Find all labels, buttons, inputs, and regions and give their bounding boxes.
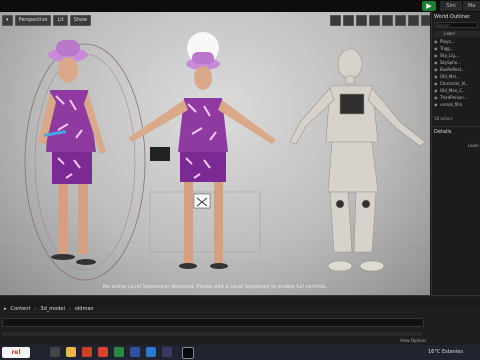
move-tool-icon[interactable]	[343, 15, 354, 26]
level-viewport[interactable]: ▾ Perspective Lit Show No active Level S…	[0, 12, 430, 295]
viewport-scene	[0, 32, 430, 295]
opera-browser-icon[interactable]	[98, 347, 108, 357]
outliner-title: World Outliner	[434, 14, 471, 20]
show-button[interactable]: Show	[69, 15, 92, 26]
snap-rotation-icon[interactable]	[408, 15, 419, 26]
rotate-tool-icon[interactable]	[356, 15, 367, 26]
mannequin-character[interactable]	[289, 48, 426, 272]
details-title: Details	[434, 129, 452, 135]
perspective-button[interactable]: Perspective	[14, 15, 52, 26]
start-app-button[interactable]: rel	[2, 347, 30, 358]
outliner-row[interactable]: ◉ Sky_Lig...	[434, 53, 480, 59]
breadcrumb-3d-model[interactable]: 3d_model	[40, 306, 64, 312]
outliner-search-input[interactable]: Search	[434, 22, 478, 28]
app-icon[interactable]	[114, 347, 124, 357]
outliner-row[interactable]: ◉ ThirdPerson...	[434, 95, 480, 101]
outliner-column-label[interactable]: Label	[434, 31, 480, 37]
outliner-row[interactable]: ◉ Old_Mal...	[434, 74, 480, 80]
folder-icon: ▸	[4, 306, 7, 312]
view-options-button[interactable]: View Options	[400, 338, 426, 343]
sequencer-message: No active Level Sequencer detected. Plea…	[102, 284, 328, 290]
viewport-menu-button[interactable]: ▾	[2, 15, 13, 26]
unreal-engine-icon[interactable]	[182, 347, 194, 359]
office-app-icon[interactable]	[82, 347, 92, 357]
world-local-icon[interactable]	[382, 15, 393, 26]
details-level-label: Level	[468, 143, 479, 148]
file-explorer-icon[interactable]	[66, 347, 76, 357]
old-man-character-left[interactable]	[38, 40, 106, 265]
top-tab-2[interactable]: Ma	[463, 1, 480, 11]
app-icon[interactable]	[146, 347, 156, 357]
weather-status[interactable]: 16°C Estanies	[428, 349, 463, 355]
outliner-row[interactable]: ◉ Trigg...	[434, 46, 480, 52]
app-icon[interactable]	[162, 347, 172, 357]
outliner-row[interactable]: ◉ Character_N...	[434, 81, 480, 87]
top-tab-1[interactable]: Sim	[440, 1, 462, 11]
camera-actor[interactable]	[150, 147, 170, 161]
actor-count: 18 actors	[434, 116, 453, 121]
scale-tool-icon[interactable]	[369, 15, 380, 26]
outliner-row[interactable]: ◉ SkySphe...	[434, 60, 480, 66]
content-browser: ▸ Content › 3d_model › oldman View Optio…	[0, 295, 480, 346]
breadcrumb: ▸ Content › 3d_model › oldman	[4, 306, 94, 312]
snap-grid-icon[interactable]	[395, 15, 406, 26]
content-scrollbar[interactable]	[2, 332, 422, 336]
os-taskbar: rel 16°C Estanies	[0, 345, 480, 360]
outliner-row[interactable]: ◉ Playa...	[434, 39, 480, 45]
details-panel: Details Level	[432, 126, 480, 295]
breadcrumb-separator-icon: ›	[68, 306, 71, 312]
world-outliner-panel: World Outliner Search Label ◉ Playa... ◉ T…	[431, 12, 480, 295]
search-app-icon[interactable]	[50, 347, 60, 357]
transform-gizmo-icon[interactable]	[193, 193, 211, 209]
outliner-row[interactable]: ◉ BoxReflect...	[434, 67, 480, 73]
breadcrumb-content[interactable]: Content	[11, 306, 31, 312]
play-button[interactable]: ▶	[422, 1, 436, 11]
select-tool-icon[interactable]	[330, 15, 341, 26]
photoshop-icon[interactable]	[130, 347, 140, 357]
viewport-right-tools	[330, 15, 430, 26]
viewport-toolbar: ▾ Perspective Lit Show	[2, 15, 92, 26]
outliner-row[interactable]: ◉ unreal_film	[434, 102, 480, 108]
breadcrumb-separator-icon: ›	[34, 306, 37, 312]
outliner-row[interactable]: ◉ Old_Man_C...	[434, 88, 480, 94]
camera-speed-icon[interactable]	[421, 15, 430, 26]
breadcrumb-oldman[interactable]: oldman	[75, 306, 94, 312]
lit-button[interactable]: Lit	[53, 15, 68, 26]
editor-top-bar	[0, 0, 480, 12]
content-search-input[interactable]	[2, 318, 424, 327]
